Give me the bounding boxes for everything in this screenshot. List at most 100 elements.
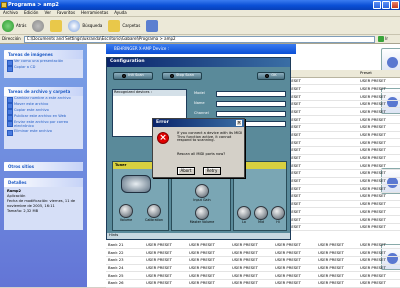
image-tasks-title[interactable]: Tareas de imágenes: [4, 50, 83, 59]
master-volume-label: Master Volume: [189, 220, 215, 224]
folders-icon: [108, 19, 121, 32]
folder-up-icon: [50, 19, 63, 32]
table-cell: USER PRESET: [360, 117, 386, 122]
address-label: Dirección: [2, 36, 21, 41]
window-titlebar: Programa > amp2: [0, 0, 400, 10]
address-input[interactable]: C:\Documents and Settings\lukranda\Escri…: [23, 35, 376, 43]
table-row[interactable]: Bank 21 USER PRESET USER PRESET USER PRESET…: [106, 241, 400, 250]
error-dialog: Error × × If you connect a device with i…: [152, 118, 245, 178]
master-volume-knob[interactable]: [195, 206, 209, 220]
table-cell: USER PRESET: [360, 186, 386, 191]
table-row[interactable]: Bank 22 USER PRESET USER PRESET USER PRESET…: [106, 249, 400, 257]
task-delete[interactable]: Eliminar este archivo: [4, 129, 83, 136]
volume-knob[interactable]: [119, 204, 133, 218]
behind-window-title: BEHRINGER X-AMP Device :: [114, 46, 169, 51]
table-row[interactable]: Bank 26 USER PRESET USER PRESET USER PRESET…: [106, 280, 400, 288]
init-scan-button[interactable]: Init Scan: [113, 72, 153, 80]
table-cell: USER PRESET: [232, 281, 258, 286]
minimize-button[interactable]: [373, 1, 381, 9]
table-cell: USER PRESET: [360, 86, 386, 91]
table-cell: USER PRESET: [232, 265, 258, 270]
channel-value: [216, 110, 286, 117]
menu-favorites[interactable]: Favoritos: [57, 11, 75, 15]
ok-button[interactable]: OK: [257, 72, 285, 80]
forward-button[interactable]: [32, 19, 45, 32]
table-cell: USER PRESET: [318, 281, 344, 286]
bank-cell: Bank 24: [108, 265, 124, 270]
details-title[interactable]: Detalles: [4, 178, 83, 187]
table-cell: USER PRESET: [275, 250, 301, 255]
table-cell: USER PRESET: [318, 265, 344, 270]
table-row[interactable]: Bank 25 USER PRESET USER PRESET USER PRESET…: [106, 272, 400, 280]
channel-field[interactable]: Channel: [194, 110, 286, 117]
model-field[interactable]: Model: [194, 90, 286, 97]
stop-scan-label: Stop Scan: [175, 73, 195, 78]
table-cell: USER PRESET: [360, 79, 386, 83]
search-button[interactable]: Búsqueda: [68, 19, 102, 32]
configuration-title: Configuration: [107, 58, 290, 67]
maximize-button[interactable]: [382, 1, 390, 9]
name-field[interactable]: Name: [194, 100, 286, 107]
bank-cell: Bank 21: [108, 242, 124, 247]
table-cell: USER PRESET: [189, 242, 215, 247]
back-button[interactable]: Atrás: [2, 19, 27, 32]
hi-knob[interactable]: [271, 206, 285, 220]
calibration-label: Calibration: [145, 218, 163, 222]
file-tasks-title[interactable]: Tareas de archivo y carpeta: [4, 87, 83, 96]
table-cell: USER PRESET: [360, 179, 386, 183]
table-row[interactable]: Bank 24 USER PRESET USER PRESET USER PRESET…: [106, 265, 400, 273]
back-label: Atrás: [16, 22, 27, 28]
table-cell: USER PRESET: [189, 250, 215, 255]
table-cell: USER PRESET: [360, 125, 386, 130]
table-cell: USER PRESET: [360, 273, 386, 278]
hi-label: Hi: [276, 220, 280, 224]
folders-button[interactable]: Carpetas: [108, 19, 140, 32]
menu-edit[interactable]: Edición: [24, 11, 38, 15]
stop-scan-button[interactable]: Stop Scan: [162, 72, 202, 80]
retry-button[interactable]: Retry: [203, 167, 221, 175]
abort-button[interactable]: Abort: [177, 167, 195, 175]
error-question: Rescan all MIDI ports now?: [177, 152, 226, 156]
table-cell: USER PRESET: [318, 273, 344, 278]
address-value: C:\Documents and Settings\lukranda\Escri…: [26, 36, 176, 41]
mid-knob[interactable]: [254, 206, 268, 220]
col-header-preset[interactable]: Preset: [360, 71, 400, 75]
recognized-label: Recognized devices :: [113, 90, 186, 96]
toolbar: Atrás Búsqueda Carpetas: [0, 17, 400, 35]
table-cell: USER PRESET: [275, 242, 301, 247]
menu-help[interactable]: Ayuda: [114, 11, 126, 15]
close-button[interactable]: [391, 1, 399, 9]
calibration-knob[interactable]: [147, 204, 161, 218]
image-tasks-box: Tareas de imágenes Ver como una presenta…: [4, 50, 83, 78]
table-cell: USER PRESET: [360, 171, 386, 176]
model-value: [216, 90, 286, 97]
task-email[interactable]: Enviar este archivo por correo electróni…: [4, 120, 83, 129]
lo-knob[interactable]: [237, 206, 251, 220]
error-title: Error: [153, 119, 244, 127]
table-cell: USER PRESET: [146, 258, 172, 263]
up-button[interactable]: [50, 19, 63, 32]
close-icon[interactable]: ×: [236, 120, 242, 126]
led-icon: [265, 74, 270, 78]
channel-label: Channel: [194, 110, 209, 115]
menu-view[interactable]: Ver: [44, 11, 51, 15]
menu-tools[interactable]: Herramientas: [81, 11, 108, 15]
table-cell: USER PRESET: [360, 140, 386, 145]
go-button[interactable]: Ir: [378, 36, 400, 43]
details-box: Detalles Ramp2 Aplicación Fecha de modif…: [4, 178, 83, 230]
table-cell: USER PRESET: [232, 242, 258, 247]
other-places-title[interactable]: Otros sitios: [4, 162, 83, 171]
bank-cell: Bank 22: [108, 250, 124, 255]
task-copy-cd[interactable]: Copiar a CD: [4, 65, 83, 72]
table-cell: USER PRESET: [360, 209, 386, 214]
task-pane: Tareas de imágenes Ver como una presenta…: [0, 44, 87, 287]
table-row[interactable]: Bank 23 USER PRESET USER PRESET USER PRESET…: [106, 257, 400, 265]
led-icon: [169, 74, 174, 78]
menu-file[interactable]: Archivo: [3, 11, 18, 15]
input-gain-knob[interactable]: [195, 184, 209, 198]
error-message: If you connect a device with its MIDI Th…: [177, 131, 243, 143]
amp-image: [121, 175, 151, 193]
table-cell: USER PRESET: [189, 281, 215, 286]
views-button[interactable]: [146, 19, 159, 32]
bank-cell: Bank 23: [108, 258, 124, 263]
